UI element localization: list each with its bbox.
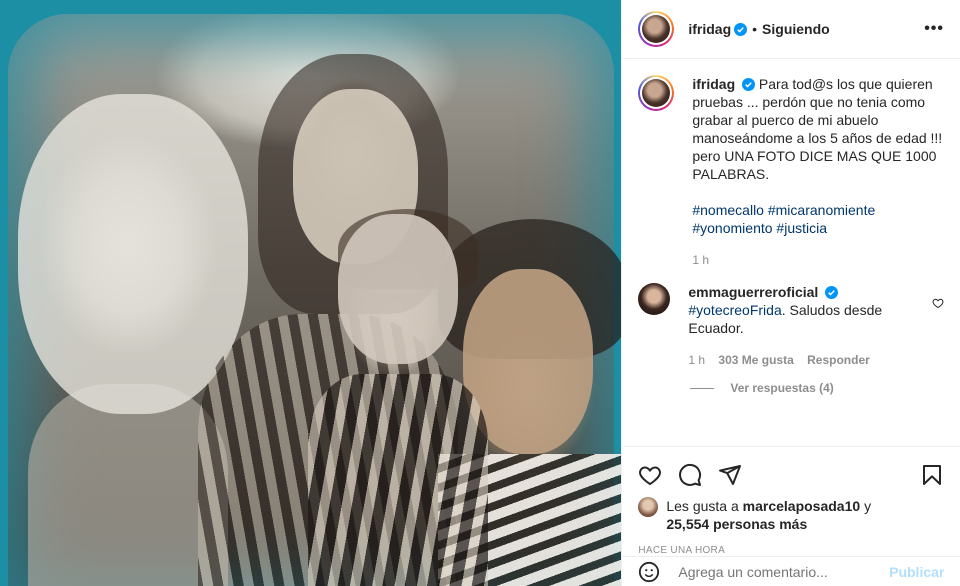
verified-badge-icon bbox=[825, 286, 839, 299]
replies-divider bbox=[690, 387, 715, 389]
action-icons bbox=[638, 455, 944, 495]
post-timestamp[interactable]: HACE UNA HORA bbox=[638, 545, 944, 556]
verified-badge-icon bbox=[734, 22, 748, 36]
caption-author-avatar[interactable] bbox=[638, 75, 675, 111]
comment-body: emmaguerreroficial #yotecreoFrida. Salud… bbox=[688, 283, 924, 369]
photo-content bbox=[8, 14, 622, 586]
hashtag-link[interactable]: #micaranomiente bbox=[768, 202, 875, 218]
hashtags: #nomecallo #micaranomiente #yonomiento #… bbox=[692, 201, 944, 237]
emoji-smiley-icon[interactable] bbox=[638, 561, 660, 583]
add-comment-bar: Publicar bbox=[622, 556, 960, 586]
photo-figure-child-shirt bbox=[308, 374, 488, 586]
post-sidebar: ifridag • Siguiendo ••• ifridag Para tod… bbox=[621, 0, 960, 586]
likes-summary: Les gusta a marcelaposada10 y 25,554 per… bbox=[638, 497, 944, 533]
reply-button[interactable]: Responder bbox=[807, 353, 870, 367]
save-bookmark-icon[interactable] bbox=[920, 463, 944, 487]
comment-input[interactable] bbox=[676, 562, 890, 581]
author-avatar[interactable] bbox=[638, 11, 675, 47]
caption-username[interactable]: ifridag bbox=[692, 76, 735, 92]
photo-figure-old-man bbox=[18, 94, 248, 414]
photo-figure-child-face bbox=[338, 214, 458, 364]
author-username[interactable]: ifridag bbox=[688, 21, 731, 37]
comment-like-heart-icon[interactable] bbox=[932, 297, 944, 309]
view-replies-label[interactable]: Ver respuestas (4) bbox=[730, 381, 833, 395]
likes-conjunction: y bbox=[864, 498, 872, 514]
post-actions: Les gusta a marcelaposada10 y 25,554 per… bbox=[622, 446, 960, 556]
follow-status-button[interactable]: Siguiendo bbox=[762, 21, 830, 37]
instagram-post: ifridag • Siguiendo ••• ifridag Para tod… bbox=[0, 0, 960, 586]
likes-prefix: Les gusta a bbox=[666, 498, 739, 514]
comment-likes[interactable]: 303 Me gusta bbox=[718, 353, 793, 367]
hashtag-link[interactable]: #justicia bbox=[776, 220, 827, 236]
comment-bubble-icon[interactable] bbox=[678, 463, 702, 487]
post-photo[interactable] bbox=[0, 0, 622, 586]
publish-button[interactable]: Publicar bbox=[889, 564, 944, 580]
comment-meta: 1 h 303 Me gusta Responder bbox=[688, 351, 924, 369]
comment-item: emmaguerreroficial #yotecreoFrida. Salud… bbox=[638, 283, 944, 369]
more-options-icon[interactable]: ••• bbox=[924, 20, 944, 38]
comment-time[interactable]: 1 h bbox=[688, 353, 705, 367]
liker-avatar[interactable] bbox=[638, 497, 659, 517]
share-paper-plane-icon[interactable] bbox=[718, 463, 742, 487]
caption-body: ifridag Para tod@s los que quieren prueb… bbox=[692, 75, 944, 269]
commenter-username[interactable]: emmaguerreroficial bbox=[688, 284, 818, 300]
hashtag-link[interactable]: #nomecallo bbox=[692, 202, 764, 218]
post-header: ifridag • Siguiendo ••• bbox=[622, 0, 960, 59]
hashtag-link[interactable]: #yonomiento bbox=[692, 220, 772, 236]
likes-count[interactable]: 25,554 personas más bbox=[666, 516, 807, 532]
separator-dot: • bbox=[752, 21, 758, 37]
caption-meta: 1 h bbox=[692, 251, 944, 269]
view-replies[interactable]: Ver respuestas (4) bbox=[690, 381, 944, 395]
comment-hashtag[interactable]: #yotecreoFrida bbox=[688, 302, 781, 318]
comments-section: ifridag Para tod@s los que quieren prueb… bbox=[622, 59, 960, 446]
caption-time[interactable]: 1 h bbox=[692, 253, 709, 267]
caption: ifridag Para tod@s los que quieren prueb… bbox=[638, 75, 944, 269]
like-heart-icon[interactable] bbox=[638, 463, 662, 487]
commenter-avatar[interactable] bbox=[638, 283, 671, 315]
likes-text: Les gusta a marcelaposada10 y 25,554 per… bbox=[666, 497, 871, 533]
liker-username[interactable]: marcelaposada10 bbox=[743, 498, 861, 514]
verified-badge-icon bbox=[742, 78, 756, 91]
